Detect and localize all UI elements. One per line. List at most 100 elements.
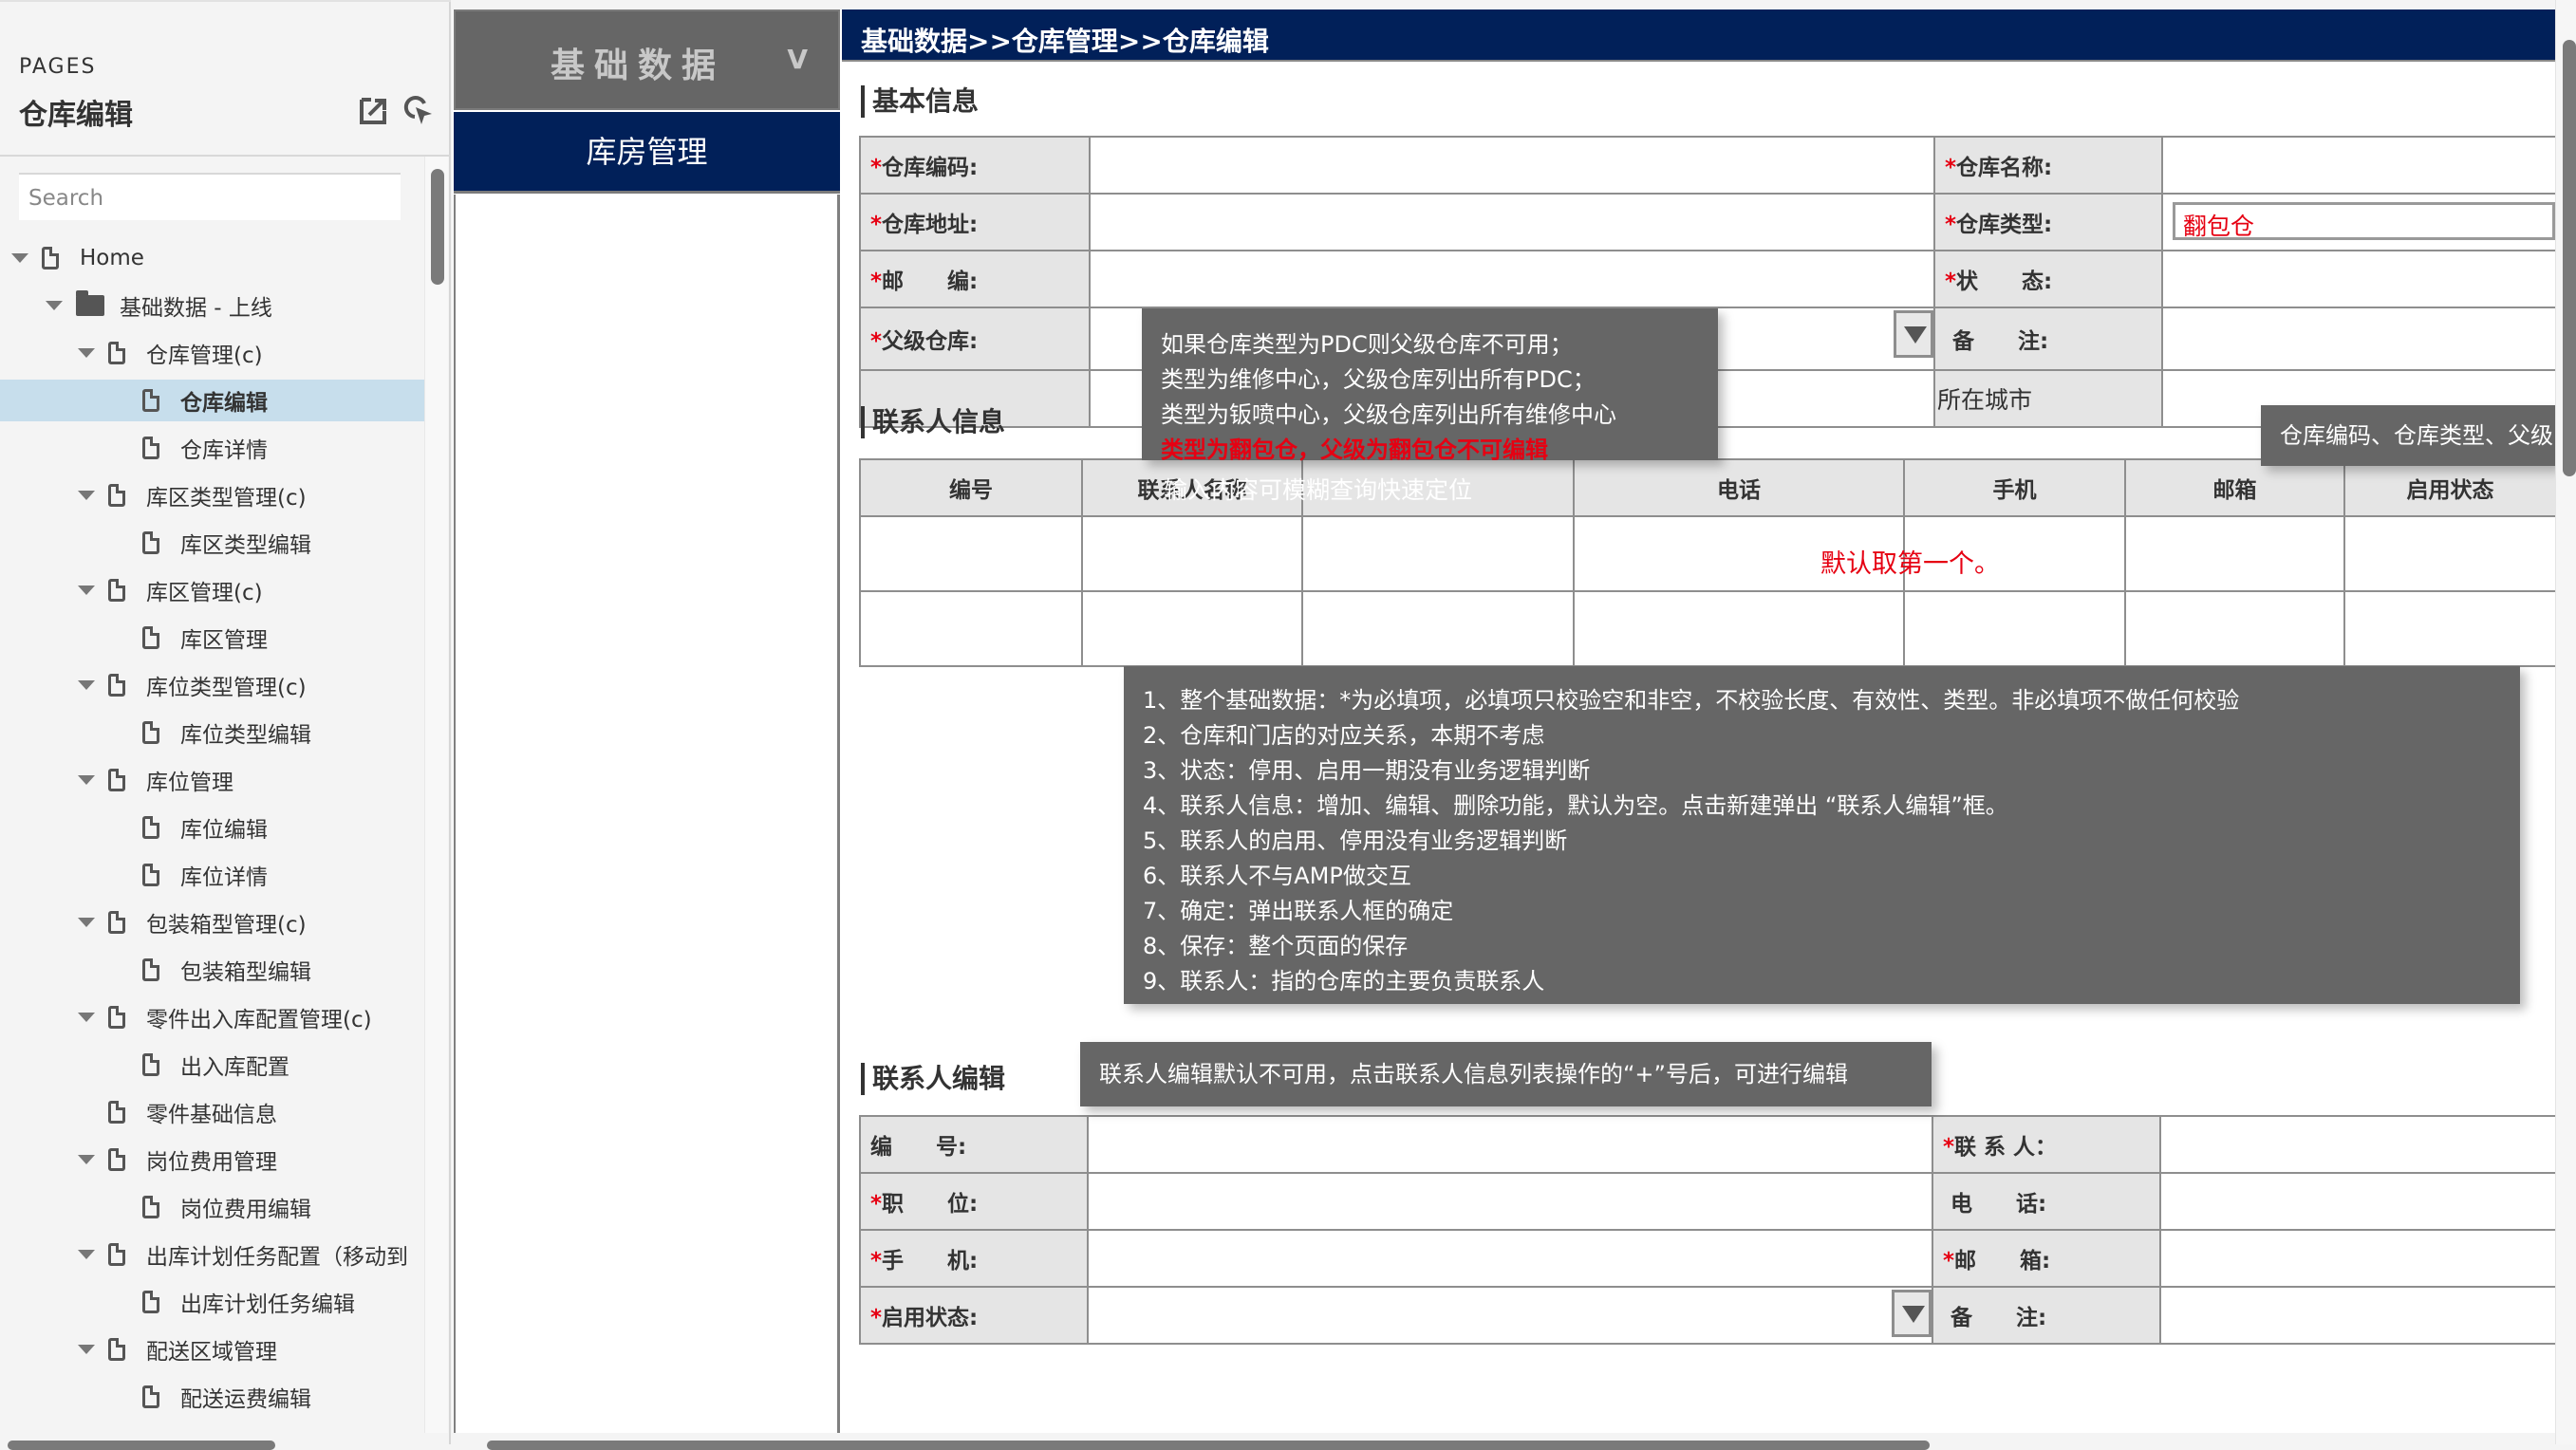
- expand-caret-icon[interactable]: [11, 253, 28, 263]
- fuzzy-search-note: 输入内容可模糊查询快速定位: [1164, 476, 1473, 504]
- table-cell: [1081, 590, 1303, 667]
- tree-item[interactable]: 仓库管理(c): [0, 332, 424, 374]
- text-field[interactable]: [1087, 1229, 1933, 1288]
- contact-edit-title: 联系人编辑: [861, 1063, 1005, 1095]
- text-field[interactable]: [2159, 1172, 2557, 1231]
- file-icon: [42, 247, 59, 270]
- text-field[interactable]: [2159, 1286, 2557, 1345]
- sidebar-scrollbar-thumb[interactable]: [431, 169, 444, 285]
- text-field[interactable]: 翻包仓: [2161, 193, 2557, 251]
- tree-item[interactable]: 库位类型管理(c): [0, 664, 424, 706]
- tree-item[interactable]: 出入库配置: [0, 1044, 424, 1086]
- text-field[interactable]: [1089, 250, 1935, 308]
- expand-caret-icon[interactable]: [78, 775, 95, 785]
- required-mark: *: [1945, 270, 1957, 294]
- tree-item[interactable]: 仓库编辑: [0, 380, 424, 421]
- tree-item[interactable]: 基础数据 - 上线: [0, 285, 424, 326]
- expand-caret-icon[interactable]: [46, 301, 63, 310]
- nav-group-toggle[interactable]: V: [787, 44, 808, 75]
- table-row[interactable]: [859, 590, 2557, 667]
- tree-item[interactable]: 库位编辑: [0, 807, 424, 848]
- text-field[interactable]: [2161, 307, 2557, 371]
- page-search-input[interactable]: Search: [19, 173, 401, 220]
- tree-item-label: 配送运费编辑: [180, 1387, 311, 1412]
- expand-caret-icon[interactable]: [78, 1013, 95, 1022]
- tree-item[interactable]: 包装箱型管理(c): [0, 902, 424, 943]
- form-row: *启用状态: 备 注:: [859, 1286, 2557, 1345]
- table-cell: [2124, 590, 2345, 667]
- requirement-note: 1、整个基础数据：*为必填项，必填项只校验空和非空，不校验长度、有效性、类型。非…: [1143, 687, 2240, 714]
- file-icon: [108, 769, 125, 791]
- tree-item[interactable]: 配送运费编辑: [0, 1376, 424, 1418]
- open-in-new-icon[interactable]: [359, 95, 389, 125]
- tree-item[interactable]: 零件出入库配置管理(c): [0, 996, 424, 1038]
- tree-item-label: 库位详情: [180, 865, 268, 890]
- tree-item-label: 仓库编辑: [180, 391, 268, 416]
- field-label-text: 联 系 人：: [1954, 1135, 2058, 1160]
- sidebar-scrollbar-track[interactable]: [424, 157, 448, 1433]
- tree-item[interactable]: 库区类型管理(c): [0, 474, 424, 516]
- sidebar-horizontal-scrollbar[interactable]: [8, 1441, 275, 1450]
- main-scrollbar-thumb[interactable]: [2563, 40, 2576, 476]
- field-label-text: 状 态:: [1956, 270, 2053, 294]
- tree-item[interactable]: 岗位费用编辑: [0, 1186, 424, 1228]
- expand-caret-icon[interactable]: [78, 1155, 95, 1164]
- text-field[interactable]: [1089, 136, 1935, 195]
- text-field[interactable]: [1087, 1115, 1933, 1174]
- tree-item[interactable]: 库位类型编辑: [0, 712, 424, 753]
- text-field[interactable]: [1087, 1172, 1933, 1231]
- text-field[interactable]: [2161, 136, 2557, 195]
- tree-item[interactable]: 包装箱型编辑: [0, 949, 424, 991]
- select-field[interactable]: [1087, 1286, 1933, 1345]
- nav-group-header[interactable]: 基础数据 V: [454, 9, 840, 110]
- tree-item[interactable]: 库区管理(c): [0, 569, 424, 611]
- nav-item-warehouse-management[interactable]: 库房管理: [454, 112, 840, 194]
- tree-item-label: 仓库详情: [180, 438, 268, 463]
- expand-caret-icon[interactable]: [78, 586, 95, 595]
- tree-item[interactable]: Home: [0, 237, 424, 279]
- tree-item[interactable]: 仓库详情: [0, 427, 424, 469]
- tree-item[interactable]: 出库计划任务配置（移动到: [0, 1234, 424, 1275]
- contact-edit-annotation: 联系人编辑默认不可用，点击联系人信息列表操作的“+”号后，可进行编辑: [1080, 1042, 1932, 1106]
- tree-item[interactable]: 岗位费用管理: [0, 1139, 424, 1180]
- tree-item[interactable]: 库区类型编辑: [0, 522, 424, 564]
- field-label: 备 注:: [1932, 1286, 2161, 1345]
- expand-caret-icon[interactable]: [78, 348, 95, 358]
- text-field[interactable]: [2161, 250, 2557, 308]
- text-field[interactable]: [2159, 1229, 2557, 1288]
- expand-caret-icon[interactable]: [78, 918, 95, 927]
- field-label: *仓库名称:: [1933, 136, 2163, 195]
- table-row[interactable]: [859, 515, 2557, 592]
- annotation-line: 类型为翻包仓，父级为翻包仓不可编辑: [1161, 437, 1548, 463]
- text-field[interactable]: [1089, 193, 1935, 251]
- inspect-cursor-icon[interactable]: [403, 95, 434, 125]
- requirement-note: 7、确定：弹出联系人框的确定: [1143, 898, 1454, 924]
- field-label: *邮 箱:: [1932, 1229, 2161, 1288]
- warehouse-type-input[interactable]: 翻包仓: [2173, 202, 2555, 240]
- file-icon: [108, 1101, 125, 1124]
- tree-item[interactable]: 库位详情: [0, 854, 424, 896]
- expand-caret-icon[interactable]: [78, 491, 95, 500]
- tree-item[interactable]: 库区管理: [0, 617, 424, 659]
- main-horizontal-scrollbar[interactable]: [487, 1441, 1930, 1450]
- required-mark: *: [1945, 156, 1957, 180]
- dropdown-arrow-icon[interactable]: [1894, 310, 1933, 358]
- annotation-line: 类型为钣喷中心，父级仓库列出所有维修中心: [1161, 401, 1616, 428]
- expand-caret-icon[interactable]: [78, 680, 95, 690]
- tree-item[interactable]: 配送区域管理: [0, 1329, 424, 1370]
- expand-caret-icon[interactable]: [78, 1345, 95, 1354]
- tree-item[interactable]: 出库计划任务编辑: [0, 1281, 424, 1323]
- default-first-note: 默认取第一个。: [1820, 549, 2000, 579]
- dropdown-arrow-icon[interactable]: [1892, 1290, 1932, 1337]
- expand-caret-icon[interactable]: [78, 1250, 95, 1259]
- text-field[interactable]: [2159, 1115, 2557, 1174]
- field-label-text: 父级仓库:: [882, 329, 979, 354]
- file-icon: [142, 1291, 159, 1313]
- annotation-line: 如果仓库类型为PDC则父级仓库不可用；: [1161, 331, 1573, 358]
- tree-item[interactable]: 零件基础信息: [0, 1091, 424, 1133]
- tree-item-label: 零件出入库配置管理(c): [146, 1008, 372, 1032]
- form-row: *仓库编码: *仓库名称:: [859, 136, 2557, 195]
- tree-item[interactable]: 库位管理: [0, 759, 424, 801]
- field-label: 所在城市: [1933, 369, 2163, 428]
- form-row: *仓库地址: *仓库类型: 翻包仓: [859, 193, 2557, 251]
